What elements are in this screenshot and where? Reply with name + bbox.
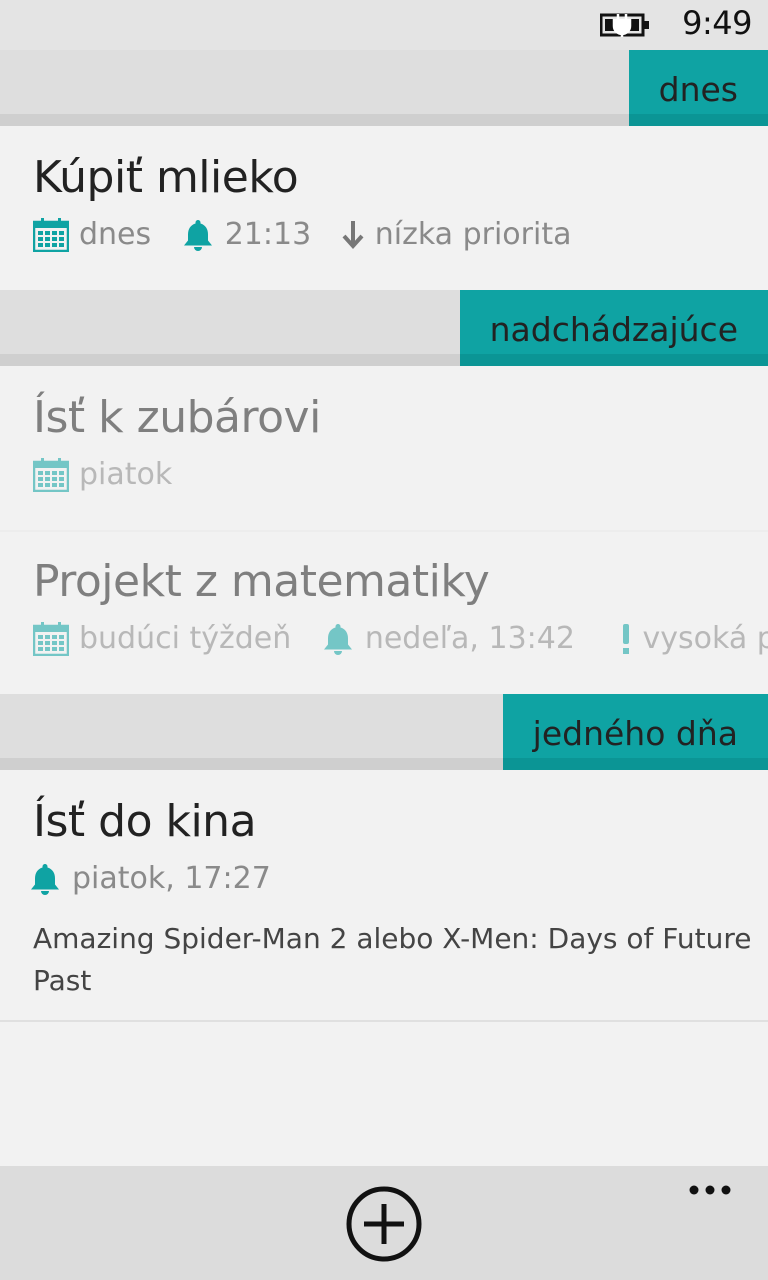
status-bar: 9:49 bbox=[0, 0, 768, 50]
task-item-cinema[interactable]: Ísť do kina piatok, 17:27 Amazing Spider… bbox=[0, 770, 768, 1022]
reminder-text: nedeľa, 13:42 bbox=[364, 621, 575, 656]
task-note: Amazing Spider-Man 2 alebo X-Men: Days o… bbox=[33, 922, 752, 997]
section-header-today: dnes bbox=[0, 50, 768, 126]
add-circle-icon[interactable] bbox=[344, 1184, 424, 1264]
app-bar bbox=[0, 1166, 768, 1280]
arrow-down-icon bbox=[342, 220, 364, 249]
clock: 9:49 bbox=[682, 4, 752, 42]
due-date: budúci týždeň bbox=[33, 621, 291, 656]
section-label-someday: jedného dňa bbox=[502, 694, 768, 770]
priority: nízka priorita bbox=[341, 217, 572, 252]
bell-icon bbox=[323, 623, 352, 655]
bell-icon bbox=[31, 863, 59, 895]
reminder: nedeľa, 13:42 bbox=[321, 621, 575, 656]
task-title: Ísť do kina bbox=[33, 796, 257, 847]
reminder: piatok, 17:27 bbox=[28, 861, 271, 896]
section-label-today: dnes bbox=[628, 50, 768, 126]
reminder-text: 21:13 bbox=[224, 217, 312, 252]
task-meta-row: budúci týždeň nedeľa, 13:42 vysoká prior… bbox=[33, 620, 768, 660]
calendar-icon bbox=[33, 621, 69, 656]
section-header-upcoming: nadchádzajúce bbox=[0, 290, 768, 366]
task-item-math-project[interactable]: Projekt z matematiky budúci týždeň nedeľ… bbox=[0, 530, 768, 696]
task-meta-row: piatok, 17:27 bbox=[28, 860, 291, 900]
due-date-text: piatok bbox=[79, 457, 173, 492]
section-header-someday: jedného dňa bbox=[0, 694, 768, 770]
more-dots-icon[interactable] bbox=[680, 1180, 740, 1200]
priority-text: vysoká priorita bbox=[642, 621, 768, 656]
task-title: Kúpiť mlieko bbox=[33, 152, 299, 203]
bell-icon bbox=[183, 219, 212, 251]
task-meta-row: piatok bbox=[33, 456, 192, 496]
reminder: 21:13 bbox=[181, 217, 311, 252]
task-title: Projekt z matematiky bbox=[33, 556, 490, 607]
calendar-icon bbox=[33, 217, 69, 252]
due-date: dnes bbox=[33, 217, 151, 252]
reminder-text: piatok, 17:27 bbox=[72, 861, 271, 896]
task-item-dentist[interactable]: Ísť k zubárovi piatok bbox=[0, 366, 768, 532]
due-date-text: budúci týždeň bbox=[79, 621, 292, 656]
calendar-icon bbox=[33, 457, 69, 492]
battery-charging-icon bbox=[600, 13, 649, 37]
task-item-buy-milk[interactable]: Kúpiť mlieko dnes 21:13 nízka priorita bbox=[0, 126, 768, 292]
priority-text: nízka priorita bbox=[374, 217, 572, 252]
due-date: piatok bbox=[33, 457, 172, 492]
section-label-upcoming: nadchádzajúce bbox=[459, 290, 768, 366]
task-meta-row: dnes 21:13 nízka priorita bbox=[33, 216, 591, 256]
due-date-text: dnes bbox=[79, 217, 152, 252]
exclamation-icon bbox=[622, 623, 629, 654]
priority: vysoká priorita bbox=[619, 621, 768, 656]
task-title: Ísť k zubárovi bbox=[33, 392, 321, 443]
